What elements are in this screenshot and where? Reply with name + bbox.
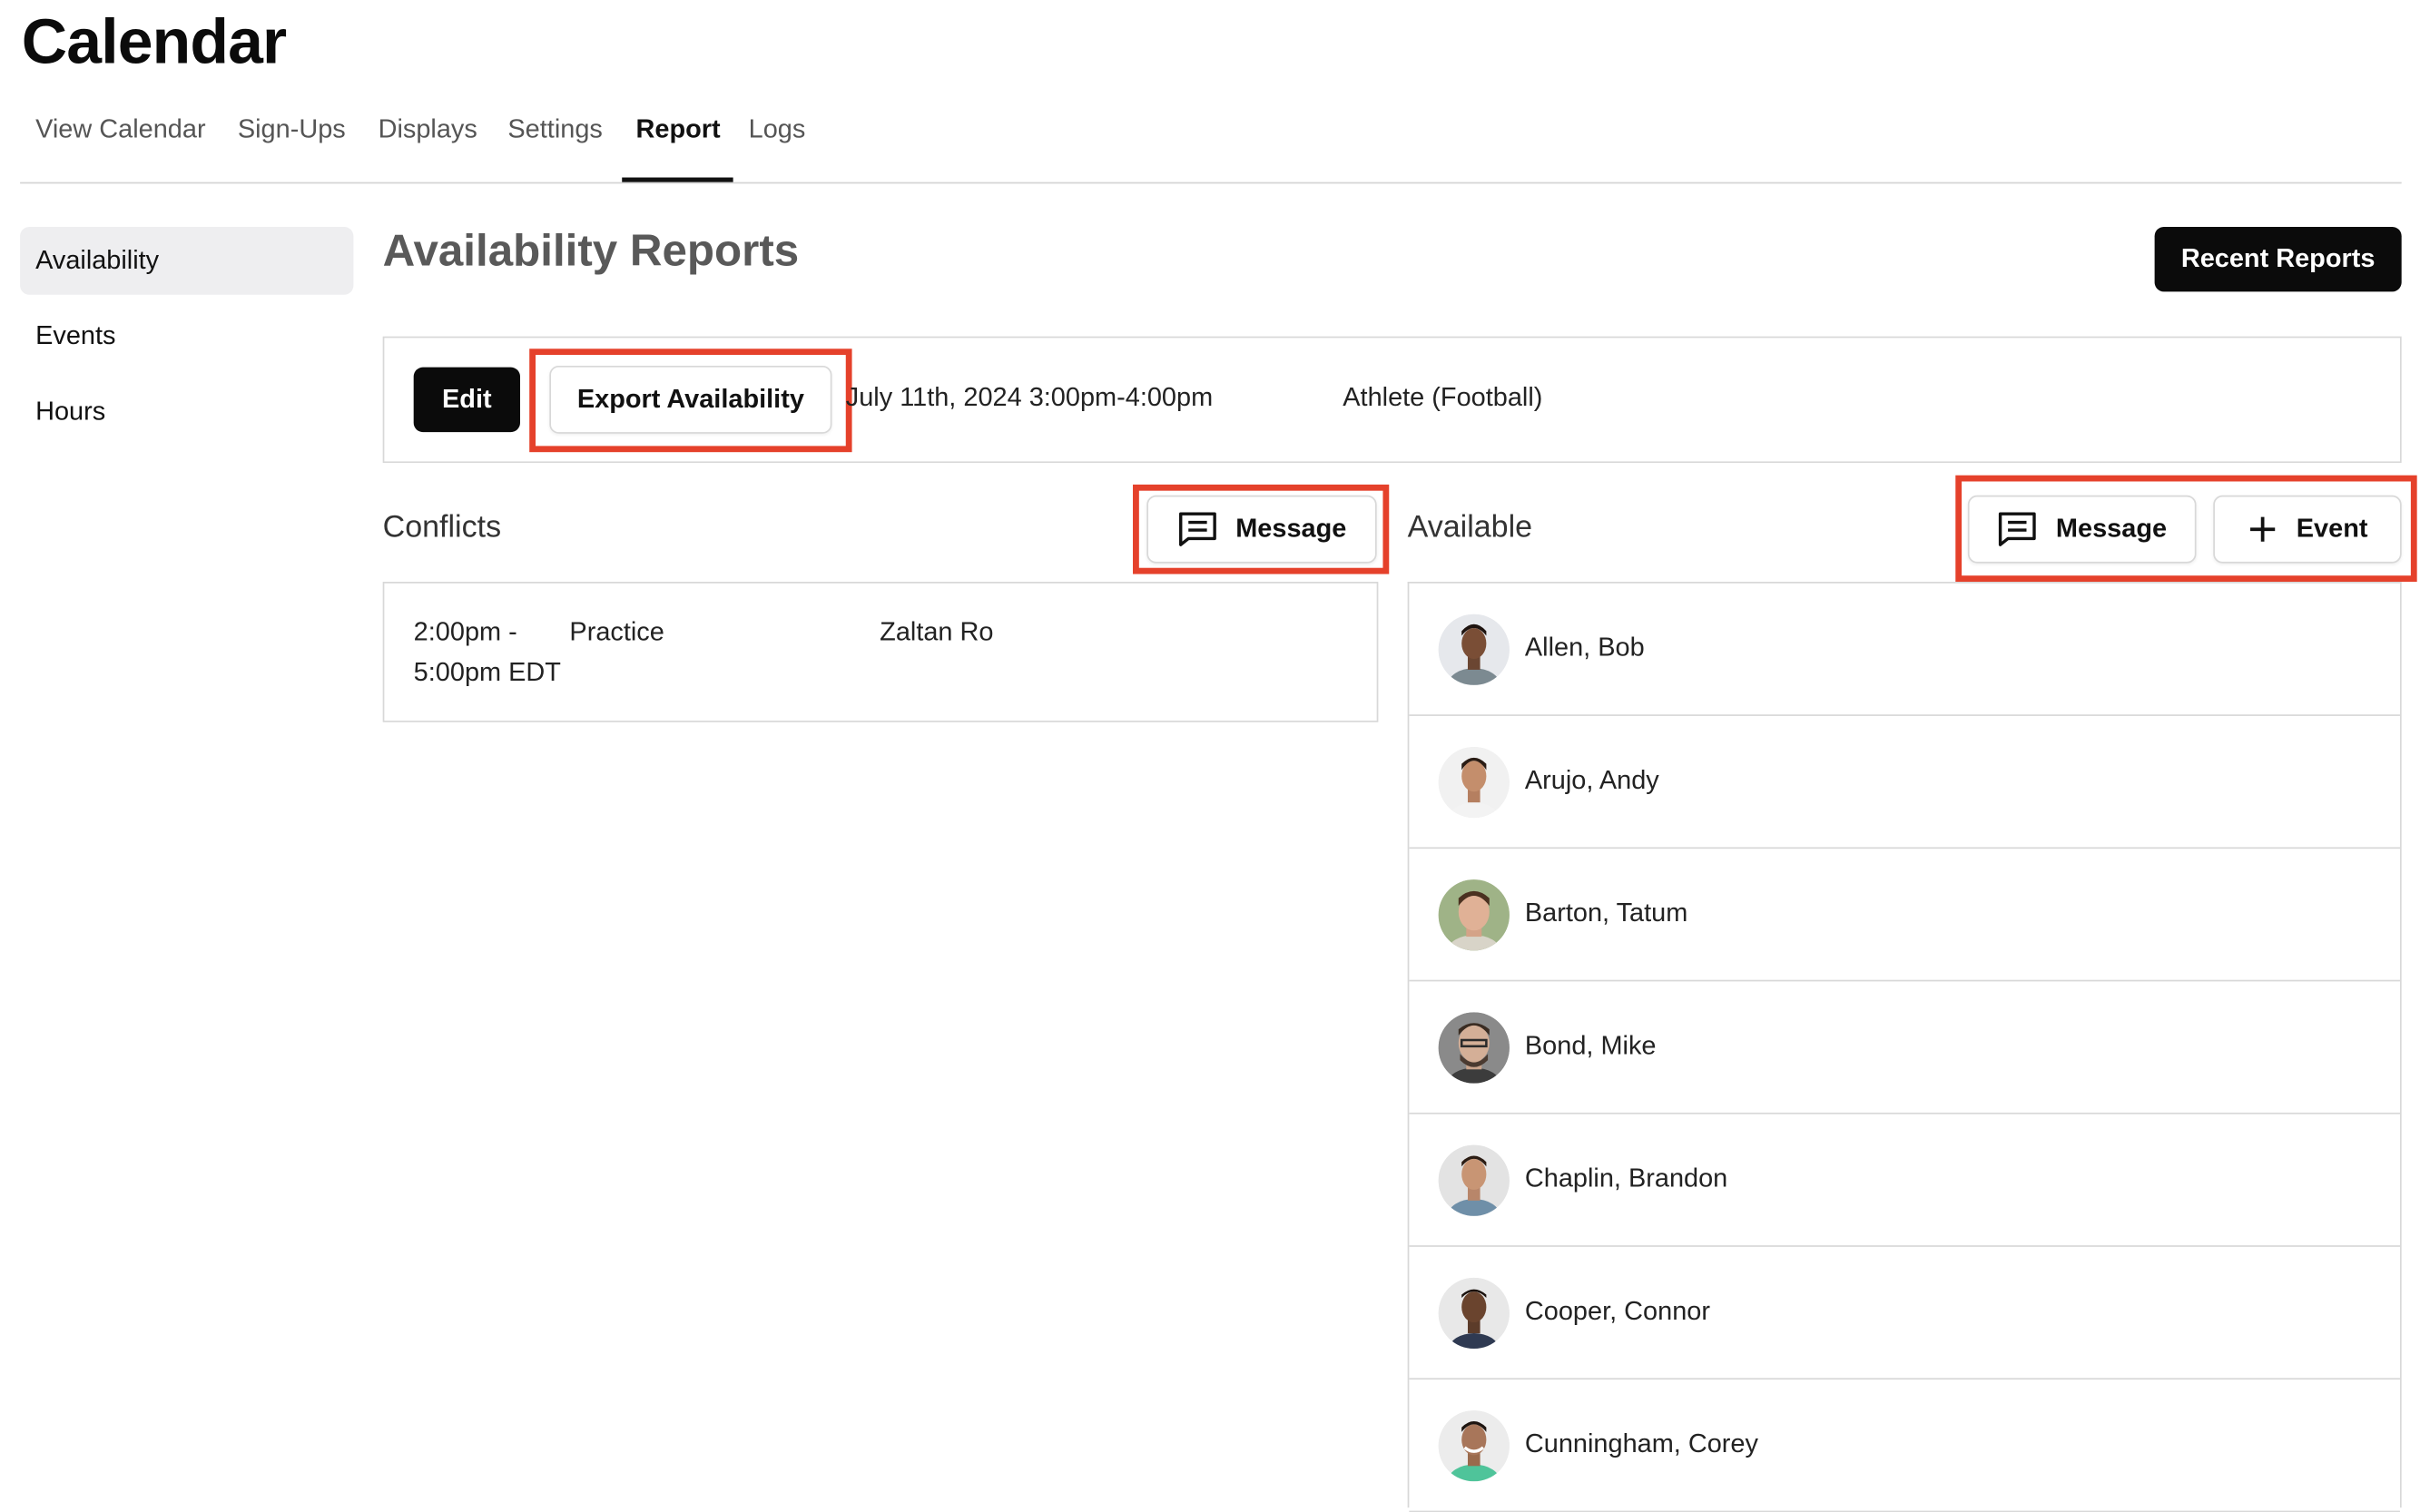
tab-report[interactable]: Report (636, 99, 721, 182)
list-item[interactable]: Cooper, Connor (1409, 1247, 2400, 1380)
person-name: Chaplin, Brandon (1524, 1163, 1728, 1193)
avatar (1438, 746, 1510, 819)
avatar-photo (1438, 614, 1510, 685)
conflict-person[interactable]: Zaltan Ro (880, 613, 993, 653)
tab-displays[interactable]: Displays (379, 99, 477, 182)
report-group: Athlete (Football) (1343, 382, 1543, 412)
add-event-label: Event (2296, 514, 2368, 544)
sidebar-item-events[interactable]: Events (20, 302, 353, 370)
list-item[interactable]: Bond, Mike (1409, 981, 2400, 1114)
person-name: Arujo, Andy (1524, 765, 1659, 795)
report-date-range: July 11th, 2024 3:00pm-4:00pm (845, 382, 1214, 412)
conflicts-heading: Conflicts (382, 510, 502, 545)
avatar (1438, 1277, 1510, 1350)
conflicts-message-button[interactable]: Message (1146, 495, 1377, 564)
avatar-photo (1438, 1277, 1510, 1350)
conflict-time-end: 5:00pm EDT (413, 657, 561, 687)
person-name: Cooper, Connor (1524, 1296, 1710, 1326)
export-availability-button[interactable]: Export Availability (549, 365, 832, 434)
tab-logs[interactable]: Logs (749, 99, 806, 182)
person-name: Bond, Mike (1524, 1030, 1657, 1061)
available-message-label: Message (2055, 514, 2168, 544)
app-window: Calendar View Calendar Sign-Ups Displays… (0, 0, 2420, 1512)
conflict-event: Practice (569, 617, 664, 647)
list-item[interactable]: Allen, Bob (1409, 584, 2400, 716)
available-message-button[interactable]: Message (1967, 495, 2197, 564)
conflict-time-start: 2:00pm - (413, 617, 517, 647)
avatar-photo (1438, 1144, 1510, 1216)
conflict-time: 2:00pm - 5:00pm EDT (414, 613, 561, 692)
tab-sign-ups[interactable]: Sign-Ups (238, 99, 346, 182)
avatar (1438, 1012, 1510, 1084)
available-heading: Available (1407, 510, 1533, 545)
avatar-photo (1438, 746, 1510, 819)
tab-view-calendar[interactable]: View Calendar (35, 99, 205, 182)
recent-reports-button[interactable]: Recent Reports (2154, 226, 2402, 292)
person-name: Barton, Tatum (1524, 898, 1688, 928)
tab-settings[interactable]: Settings (507, 99, 602, 182)
list-item[interactable]: Barton, Tatum (1409, 849, 2400, 982)
sidebar-item-hours[interactable]: Hours (20, 378, 353, 447)
avatar-photo (1438, 1410, 1510, 1482)
avatar-photo (1438, 879, 1510, 951)
person-name: Allen, Bob (1524, 633, 1645, 663)
person-name: Cunningham, Corey (1524, 1429, 1758, 1458)
edit-button[interactable]: Edit (413, 367, 521, 433)
message-square-icon (1178, 512, 1216, 546)
conflicts-message-label: Message (1235, 514, 1347, 544)
page-title: Availability Reports (382, 226, 800, 277)
avatar (1438, 1410, 1510, 1482)
app-title: Calendar (21, 5, 287, 78)
add-event-button[interactable]: Event (2213, 495, 2402, 564)
export-availability-label: Export Availability (576, 384, 804, 414)
list-item[interactable]: Cunningham, Corey (1409, 1379, 2400, 1512)
avatar (1438, 1144, 1510, 1216)
list-item[interactable]: Chaplin, Brandon (1409, 1114, 2400, 1247)
sidebar-item-availability[interactable]: Availability (20, 226, 354, 295)
avatar-photo (1438, 1012, 1510, 1084)
plus-icon (2249, 516, 2275, 542)
list-item[interactable]: Arujo, Andy (1409, 716, 2400, 849)
message-square-icon (1999, 512, 2036, 546)
tab-bar: View Calendar Sign-Ups Displays Settings… (20, 99, 2402, 184)
avatar (1438, 614, 1510, 685)
avatar (1438, 879, 1510, 951)
active-tab-indicator (622, 177, 733, 182)
available-list: Allen, Bob Arujo, Andy Barton, Tatum Bon… (1407, 582, 2402, 1512)
